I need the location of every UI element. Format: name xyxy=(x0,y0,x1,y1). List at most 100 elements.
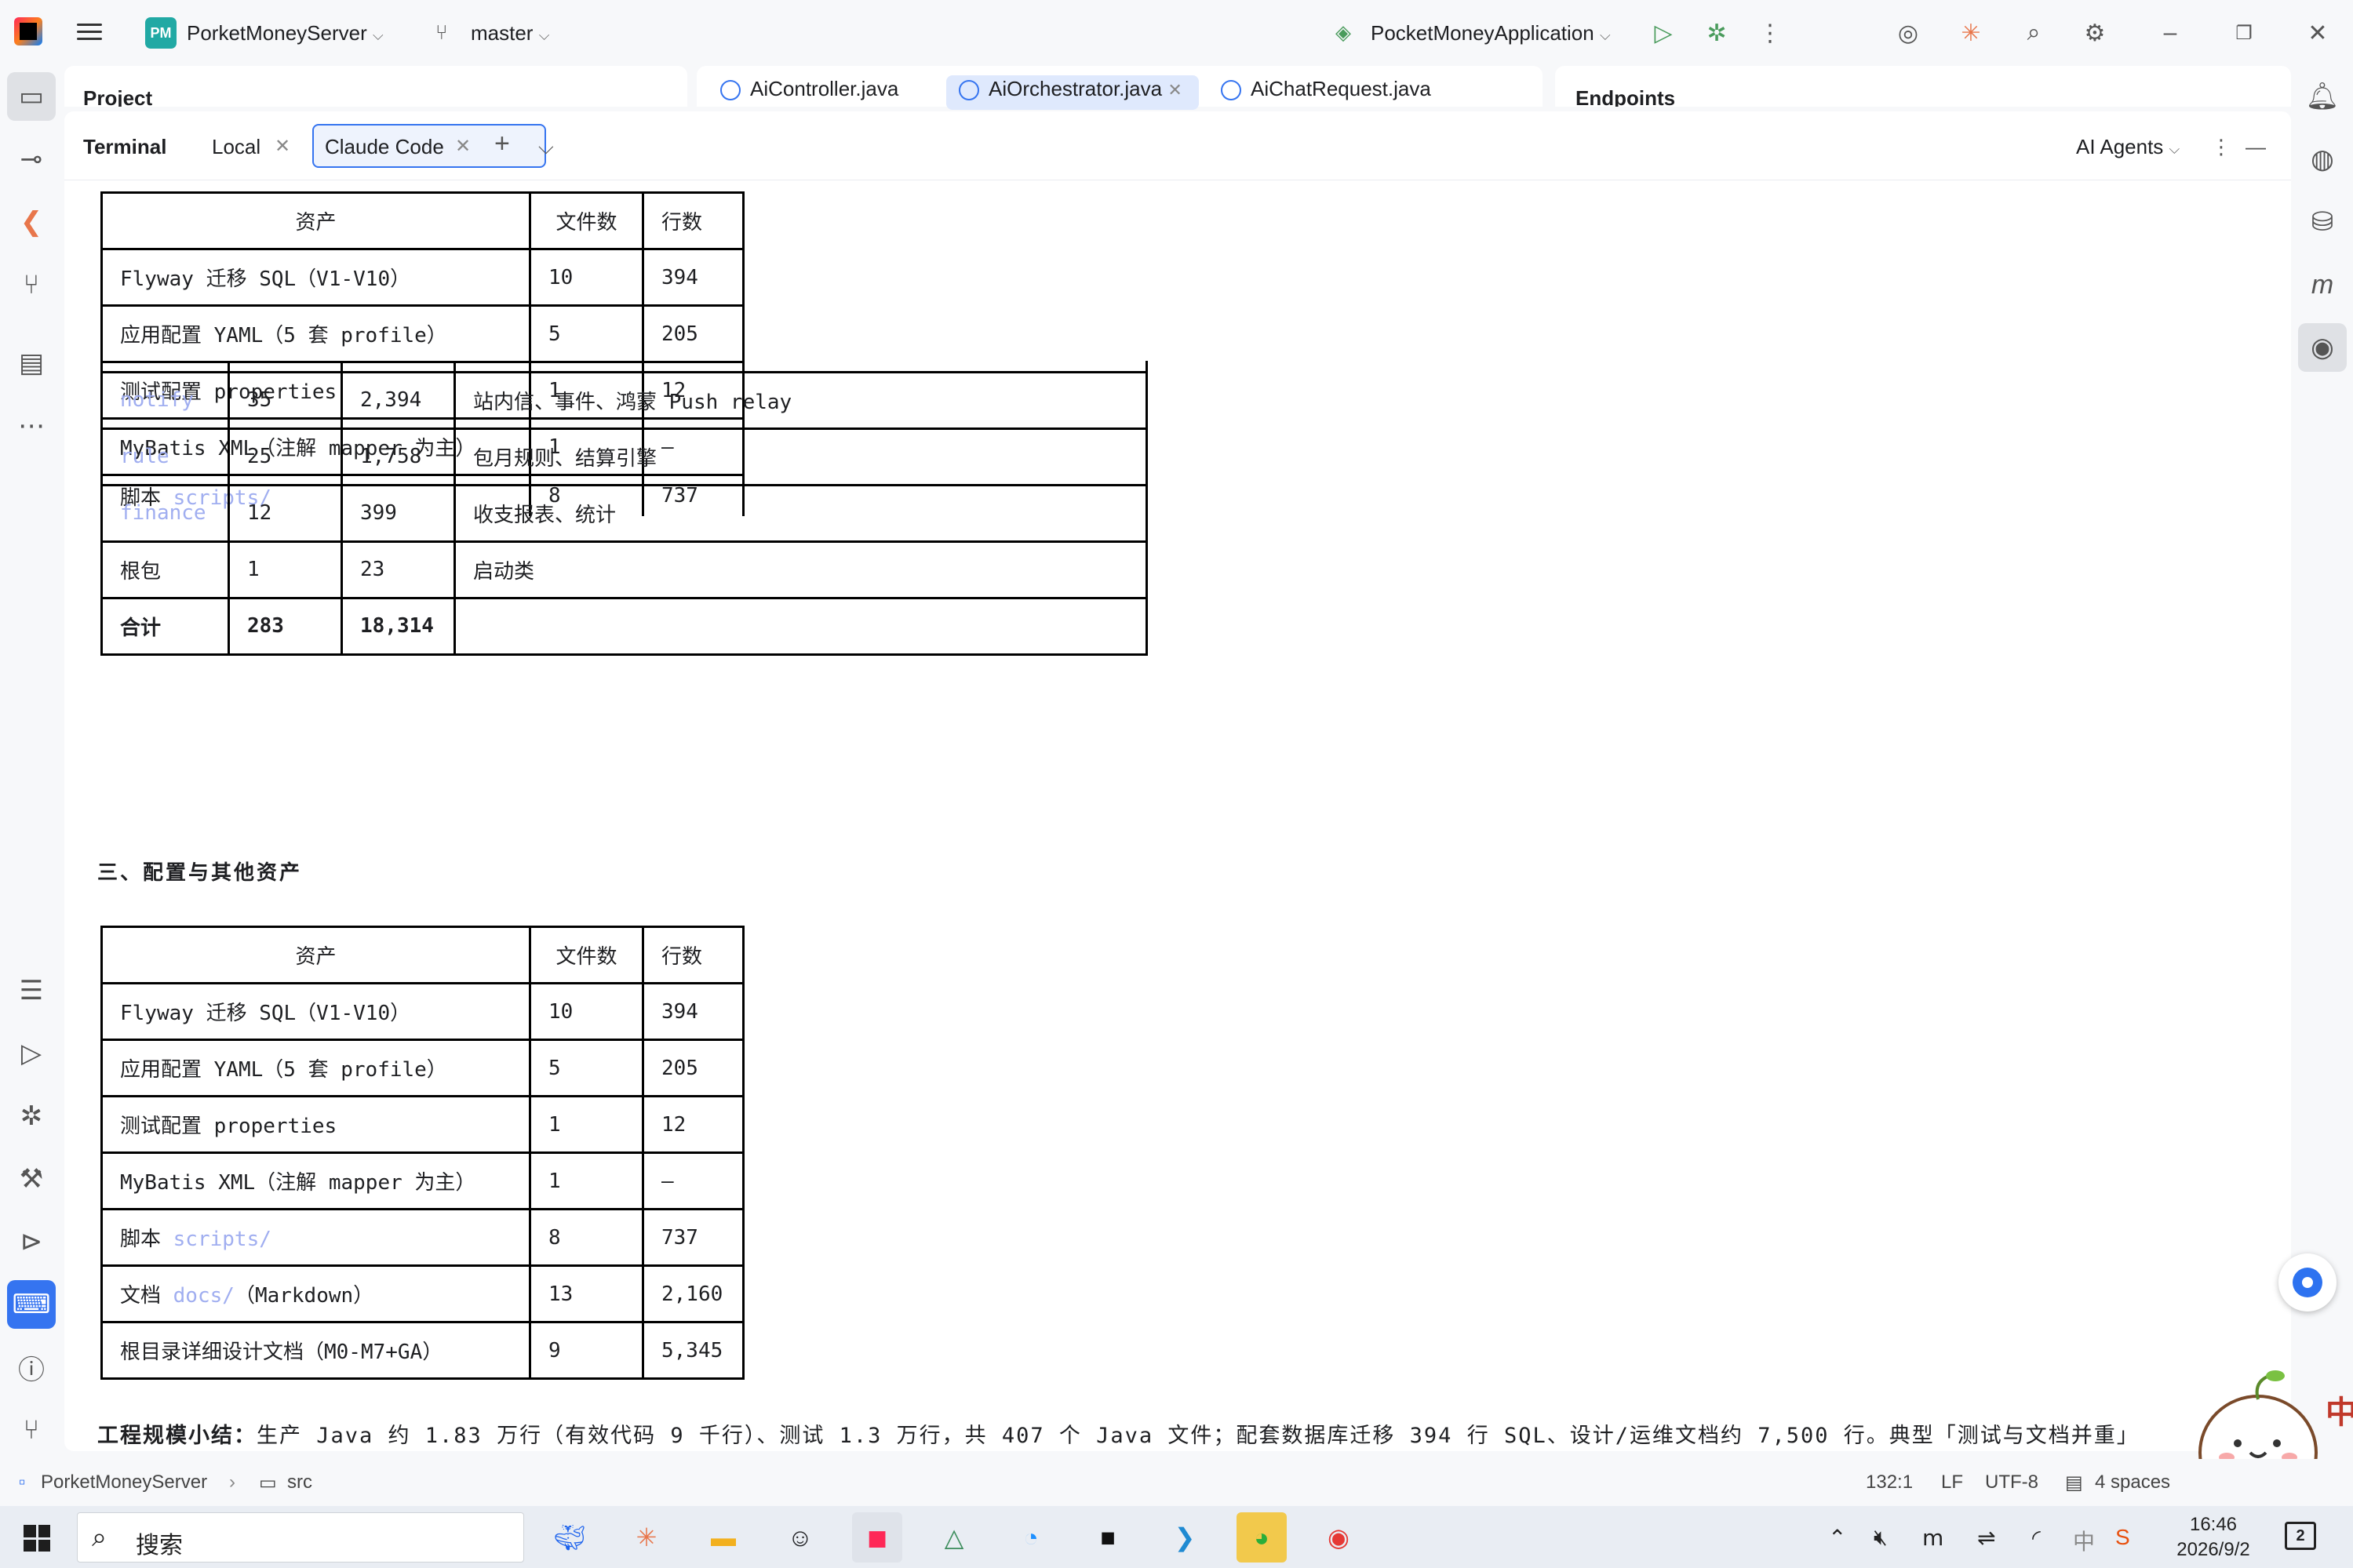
more-icon[interactable]: ⋮ xyxy=(1753,16,1787,50)
structure-icon[interactable]: ▤ xyxy=(7,339,56,387)
git-icon[interactable]: ⑂ xyxy=(7,1406,56,1454)
wifi-icon[interactable]: ◜ xyxy=(2032,1525,2041,1551)
edge-browser-icon[interactable]: ◔ xyxy=(1006,1512,1056,1563)
table-cell: 737 xyxy=(642,1208,745,1267)
module-link-rule[interactable]: rule xyxy=(100,427,230,486)
claude-code-icon[interactable]: ❮ xyxy=(7,198,56,246)
table-cell: Flyway 迁移 SQL（V1-V10） xyxy=(100,248,531,307)
close-icon[interactable]: ✕ xyxy=(455,135,471,158)
table-row: Flyway 迁移 SQL（V1-V10） 10 394 xyxy=(100,982,745,1041)
line-ending[interactable]: LF xyxy=(1941,1472,1963,1493)
close-icon[interactable]: ✕ xyxy=(275,135,290,158)
table-cell: 1 xyxy=(228,540,343,599)
tray-settings-icon[interactable]: ⇌ xyxy=(1977,1525,1995,1551)
class-icon xyxy=(959,80,979,101)
chevron-down-icon[interactable]: ⌵ xyxy=(538,135,554,160)
branch-selector[interactable]: master ⌵ xyxy=(471,21,549,45)
ai-chat-icon[interactable]: ◍ xyxy=(2298,135,2347,184)
caret-position[interactable]: 132:1 xyxy=(1866,1472,1913,1493)
breadcrumb-project[interactable]: PorketMoneyServer xyxy=(41,1472,207,1493)
close-icon[interactable]: ✕ xyxy=(1167,80,1182,100)
intellij-taskbar-icon[interactable]: ◼ xyxy=(852,1512,902,1563)
minimize-icon[interactable]: – xyxy=(2153,16,2187,50)
taskbar-search-box[interactable]: ⌕ 搜索 xyxy=(77,1512,524,1563)
terminal-tab-claude-code[interactable]: Claude Code xyxy=(325,135,444,159)
windows-start-icon[interactable] xyxy=(24,1525,50,1552)
database-icon[interactable]: ⛁ xyxy=(2298,198,2347,246)
ai-agents-selector[interactable]: AI Agents ⌵ xyxy=(2076,135,2180,159)
project-panel-title[interactable]: Project xyxy=(83,86,152,107)
claude-app-icon[interactable]: ✳ xyxy=(621,1512,672,1563)
table-cell: 12 xyxy=(642,1095,745,1154)
indent-setting[interactable]: 4 spaces xyxy=(2095,1472,2170,1493)
scripts-link[interactable]: scripts/ xyxy=(173,1228,271,1251)
notification-center-icon[interactable]: 2 xyxy=(2285,1522,2316,1550)
floating-assistant-button[interactable] xyxy=(2278,1253,2337,1312)
run-icon[interactable]: ▷ xyxy=(1646,16,1681,50)
editor-tab[interactable]: AiController.java xyxy=(720,77,898,101)
restore-icon[interactable]: ❐ xyxy=(2227,16,2261,50)
hide-panel-icon[interactable]: — xyxy=(2246,135,2266,159)
table-header-cell: 文件数 xyxy=(529,926,644,984)
table-cell: 包月规则、结算引擎 xyxy=(453,427,1148,486)
project-badge[interactable]: PM xyxy=(145,17,177,49)
ime-tray-icon[interactable]: 中 xyxy=(2073,1525,2095,1556)
table-cell: 394 xyxy=(642,248,745,307)
module-link-finance[interactable]: finance xyxy=(100,483,230,543)
module-link-notify[interactable]: notify xyxy=(100,370,230,430)
volume-muted-icon[interactable]: 🔇︎ xyxy=(1874,1525,1888,1551)
problems-icon[interactable]: ⓘ xyxy=(7,1343,56,1392)
docker-icon[interactable]: 🐳︎ xyxy=(545,1512,595,1563)
file-explorer-icon[interactable]: ▬ xyxy=(698,1512,749,1563)
avatar-app-icon[interactable]: ☺ xyxy=(775,1512,825,1563)
wechat-icon[interactable]: ◕ xyxy=(1237,1512,1287,1563)
terminal-app-icon[interactable]: ■ xyxy=(1083,1512,1133,1563)
ime-indicator[interactable]: 中 xyxy=(2326,1387,2353,1432)
terminal-icon[interactable]: ⌨ xyxy=(7,1280,56,1329)
maven-icon[interactable]: m xyxy=(2298,260,2347,309)
table-cell: MyBatis XML（注解 mapper 为主） xyxy=(100,1151,531,1210)
sogou-ime-icon[interactable]: S xyxy=(2115,1525,2130,1550)
build-hammer-icon[interactable]: ⚒ xyxy=(7,1155,56,1203)
docs-link[interactable]: docs/ xyxy=(173,1284,235,1308)
file-encoding[interactable]: UTF-8 xyxy=(1985,1472,2038,1493)
settings-gear-icon[interactable]: ⚙ xyxy=(2078,16,2112,50)
drive-icon[interactable]: △ xyxy=(929,1512,979,1563)
table-cell: 2,394 xyxy=(341,370,456,430)
notifications-bell-icon[interactable]: 🔔︎ xyxy=(2298,72,2347,121)
tray-chevron-up-icon[interactable]: ⌃ xyxy=(1828,1525,1846,1551)
claude-icon[interactable]: ✳ xyxy=(1954,16,1988,50)
table-cell: 文档 docs/（Markdown） xyxy=(100,1264,531,1323)
tray-app-icon[interactable]: ⅿ xyxy=(1922,1525,1943,1551)
todo-list-icon[interactable]: ☰ xyxy=(7,966,56,1015)
table-row: 根目录详细设计文档（M0-M7+GA） 9 5,345 xyxy=(100,1321,745,1380)
editor-tab-active[interactable]: AiOrchestrator.java ✕ xyxy=(959,77,1182,101)
pull-requests-icon[interactable]: ⑂ xyxy=(7,260,56,309)
main-menu-icon[interactable] xyxy=(77,19,102,44)
more-icon[interactable]: ⋮ xyxy=(2211,135,2231,159)
project-folder-icon[interactable]: ▭ xyxy=(7,72,56,121)
endpoints-panel-title[interactable]: Endpoints xyxy=(1575,86,1675,107)
commit-icon[interactable]: ⊸ xyxy=(7,135,56,184)
debug-icon[interactable]: ✲ xyxy=(1699,16,1734,50)
new-tab-plus-icon[interactable]: + xyxy=(494,129,510,159)
endpoints-icon[interactable]: ◉ xyxy=(2298,323,2347,372)
cell-text: （Markdown） xyxy=(234,1284,374,1308)
close-icon[interactable]: ✕ xyxy=(2300,16,2335,50)
breadcrumb-folder[interactable]: src xyxy=(287,1472,312,1493)
ai-assistant-icon[interactable]: ◎ xyxy=(1891,16,1925,50)
vscode-icon[interactable]: ❯ xyxy=(1160,1512,1210,1563)
services-icon[interactable]: ⊳ xyxy=(7,1217,56,1266)
chrome-icon[interactable]: ◉ xyxy=(1313,1512,1364,1563)
search-icon[interactable]: ⌕ xyxy=(2016,16,2051,50)
project-selector[interactable]: PorketMoneyServer ⌵ xyxy=(187,21,384,45)
terminal-tab-local[interactable]: Local xyxy=(212,135,260,159)
run-tool-icon[interactable]: ▷ xyxy=(7,1029,56,1078)
taskbar-clock[interactable]: 16:46 2026/9/2 xyxy=(2170,1512,2256,1563)
debug-tool-icon[interactable]: ✲ xyxy=(7,1092,56,1141)
terminal-output[interactable]: 资产 文件数 行数 Flyway 迁移 SQL（V1-V10） 10 394 应用配… xyxy=(64,180,2291,1451)
editor-tab[interactable]: AiChatRequest.java xyxy=(1221,77,1431,101)
run-config-selector[interactable]: PocketMoneyApplication ⌵ xyxy=(1371,21,1611,45)
intellij-logo-icon[interactable] xyxy=(14,17,42,45)
more-tools-icon[interactable]: ⋯ xyxy=(7,402,56,450)
